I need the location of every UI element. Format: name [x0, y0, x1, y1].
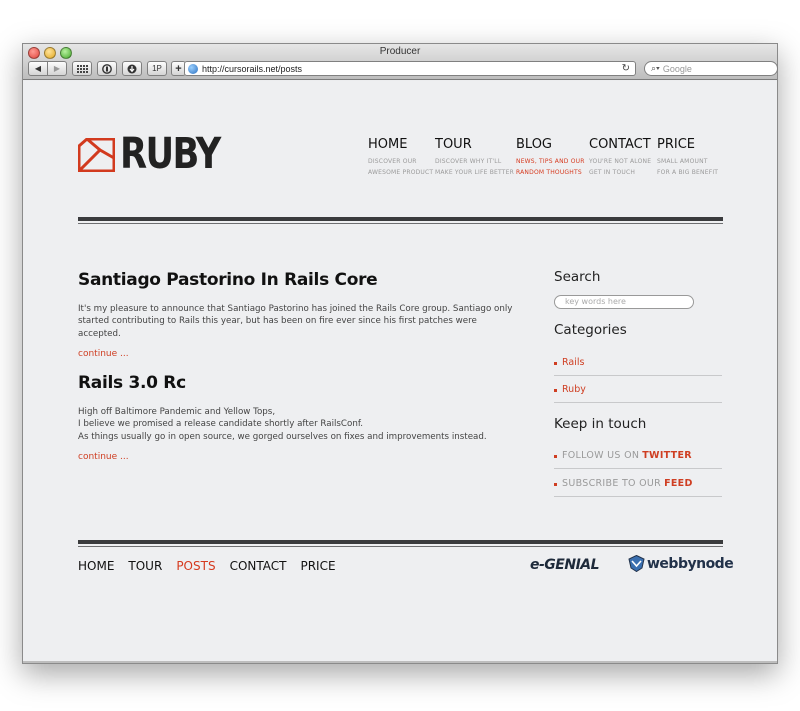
nav-tour-title: TOUR — [435, 137, 472, 152]
reload-icon[interactable]: ↻ — [622, 63, 630, 74]
window-bottom-bar — [23, 661, 777, 663]
category-label: Rails — [562, 357, 585, 368]
webbynode-shield-icon — [628, 555, 645, 572]
footer-link-home[interactable]: HOME — [78, 559, 114, 573]
webbynode-logo-text: webbynode — [647, 555, 734, 572]
nav-blog-subtitle: NEWS, TIPS AND OUR RANDOM THOUGHTS — [516, 158, 585, 176]
post-excerpt: It's my pleasure to announce that Santia… — [78, 304, 513, 339]
globe-icon — [188, 63, 198, 74]
bullet-icon — [554, 455, 557, 458]
back-button[interactable]: ◀ — [28, 61, 48, 76]
feed-link-label: FEED — [664, 478, 693, 489]
feed-link-prefix: SUBSCRIBE TO OUR — [562, 478, 662, 489]
keep-in-touch-heading: Keep in touch — [554, 416, 647, 432]
nav-blog-title: BLOG — [516, 137, 553, 152]
grid-icon — [76, 64, 88, 73]
category-item[interactable]: Ruby — [554, 377, 722, 403]
post-title[interactable]: Santiago Pastorino In Rails Core — [78, 270, 378, 290]
logo-text: RUBY — [120, 129, 221, 179]
webbynode-logo[interactable]: webbynode — [628, 555, 734, 572]
twitter-link-prefix: FOLLOW US ON — [562, 450, 640, 461]
forward-arrow-icon: ▶ — [53, 64, 61, 73]
footer-link-tour[interactable]: TOUR — [128, 559, 162, 573]
continue-link[interactable]: continue ... — [78, 349, 129, 359]
nav-price[interactable]: PRICE SMALL AMOUNT FOR A BIG BENEFIT — [657, 138, 737, 178]
nav-price-title: PRICE — [657, 137, 695, 152]
post-excerpt: High off Baltimore Pandemic and Yellow T… — [78, 407, 487, 442]
categories-heading: Categories — [554, 322, 627, 338]
sidebar-search-input[interactable]: key words here — [554, 295, 694, 309]
top-sites-button[interactable] — [72, 61, 92, 76]
continue-link[interactable]: continue ... — [78, 452, 129, 462]
address-bar[interactable]: http://cursorails.net/posts ↻ — [184, 61, 636, 76]
download-button[interactable] — [122, 61, 142, 76]
forward-button[interactable]: ▶ — [48, 61, 67, 76]
footer-link-posts[interactable]: POSTS — [176, 559, 215, 573]
header-divider-thin — [78, 223, 723, 224]
footer-divider — [78, 540, 723, 544]
footer-divider-thin — [78, 546, 723, 547]
footer-link-contact[interactable]: CONTACT — [230, 559, 287, 573]
plus-icon: + — [175, 62, 182, 75]
search-field[interactable]: ⌕▾ Google — [644, 61, 778, 76]
egenial-logo[interactable]: e-GENIAL — [530, 557, 600, 573]
bullet-icon — [554, 362, 557, 365]
web-page: RUBY HOME DISCOVER OUR AWESOME PRODUCT TO… — [23, 81, 777, 663]
footer-nav: HOME TOUR POSTS CONTACT PRICE — [78, 559, 350, 573]
url-text: http://cursorails.net/posts — [202, 63, 303, 74]
title-bar: Producer ◀ ▶ 1P + http://cursorails.net/… — [23, 44, 778, 80]
twitter-link-label: TWITTER — [642, 450, 692, 461]
ruby-logo-icon — [78, 137, 115, 172]
nav-blog[interactable]: BLOG NEWS, TIPS AND OUR RANDOM THOUGHTS — [516, 138, 596, 178]
onepassword-lock-button[interactable] — [97, 61, 117, 76]
search-heading: Search — [554, 269, 601, 285]
onepassword-label: 1P — [152, 64, 162, 73]
site-logo[interactable]: RUBY — [78, 133, 242, 176]
back-arrow-icon: ◀ — [34, 64, 42, 73]
category-label: Ruby — [562, 384, 586, 395]
window-title: Producer — [379, 46, 421, 57]
browser-window: Producer ◀ ▶ 1P + http://cursorails.net/… — [22, 43, 778, 664]
lock-circle-icon — [102, 63, 112, 74]
bullet-icon — [554, 483, 557, 486]
bullet-icon — [554, 389, 557, 392]
footer-link-price[interactable]: PRICE — [300, 559, 335, 573]
onepassword-button[interactable]: 1P — [147, 61, 167, 76]
nav-tour-subtitle: DISCOVER WHY IT'LL MAKE YOUR LIFE BETTER — [435, 158, 514, 176]
header-divider — [78, 217, 723, 221]
twitter-link[interactable]: FOLLOW US ON TWITTER — [554, 443, 722, 469]
download-icon — [127, 64, 137, 73]
search-placeholder: Google — [662, 63, 692, 74]
search-icon: ⌕▾ — [651, 63, 660, 73]
nav-tour[interactable]: TOUR DISCOVER WHY IT'LL MAKE YOUR LIFE BE… — [435, 138, 515, 178]
nav-price-subtitle: SMALL AMOUNT FOR A BIG BENEFIT — [657, 158, 719, 176]
category-item[interactable]: Rails — [554, 350, 722, 376]
post-title[interactable]: Rails 3.0 Rc — [78, 373, 186, 393]
browser-toolbar: ◀ ▶ 1P + http://cursorails.net/posts ↻ ⌕… — [28, 61, 778, 77]
feed-link[interactable]: SUBSCRIBE TO OUR FEED — [554, 471, 722, 497]
egenial-logo-text: e-GENIAL — [530, 557, 600, 573]
